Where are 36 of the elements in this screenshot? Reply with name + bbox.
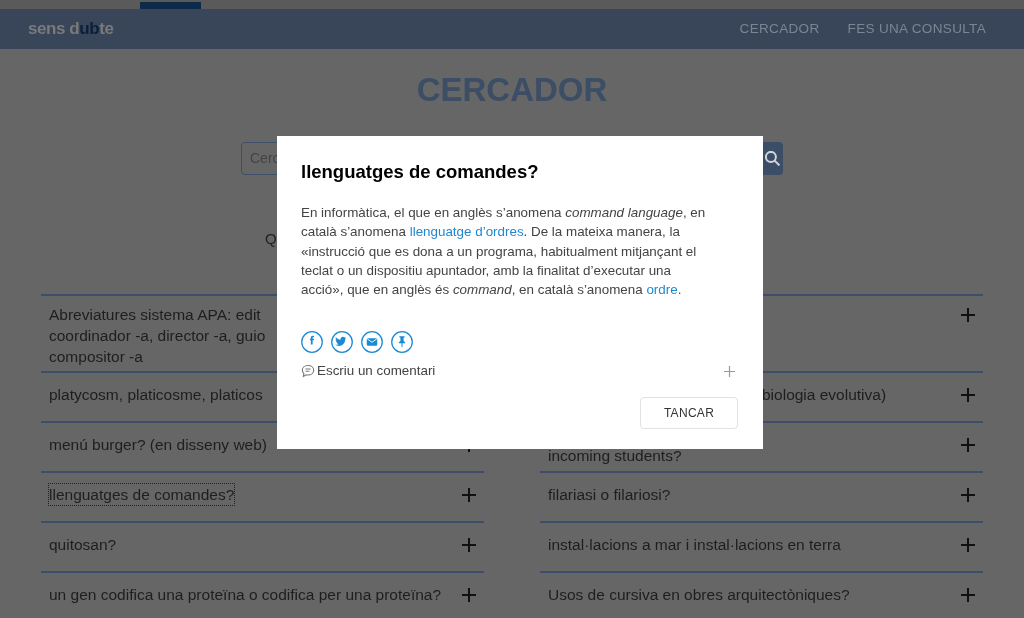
twitter-share-icon[interactable] xyxy=(331,331,353,354)
subtitle-text: Q xyxy=(265,230,277,247)
question-link[interactable]: filariasi o filariosi? xyxy=(548,484,671,505)
plus-icon[interactable] xyxy=(462,588,476,602)
plus-icon[interactable] xyxy=(961,388,975,402)
pin-share-icon[interactable] xyxy=(391,331,413,354)
question-link[interactable]: platycosm, platicosme, platicos xyxy=(49,384,263,405)
plus-icon[interactable] xyxy=(462,538,476,552)
question-link[interactable]: instal·lacions a mar i instal·lacions en terra xyxy=(548,534,841,555)
plus-icon[interactable] xyxy=(462,488,476,502)
question-link[interactable]: Abreviatures sistema APA: edit coordinador -a, director -a, guio compositor -a xyxy=(49,304,266,367)
plus-icon[interactable] xyxy=(961,588,975,602)
close-button[interactable]: TANCAR xyxy=(640,397,738,430)
question-link[interactable]: biologia evolutiva) xyxy=(762,384,887,405)
question-link[interactable]: quitosan? xyxy=(49,534,117,555)
question-link[interactable]: menú burger? (en disseny web) xyxy=(49,434,267,455)
question-link[interactable]: un gen codifica una proteïna o codifica per una proteïna? xyxy=(49,584,442,605)
plus-icon[interactable] xyxy=(961,538,975,552)
question-link[interactable]: incoming students? xyxy=(548,445,682,466)
question-link[interactable]: llenguatges de comandes? xyxy=(49,484,235,505)
plus-icon[interactable] xyxy=(961,488,975,502)
dialog-text: En informàtica, el que en anglès s’anomena command language, en català s’anomena llenguatge d’ordres. De la mateixa manera, la «instrucció que es dona a un programa, habitualment mitjançant el teclat o un dispositiu apuntador, amb la finalitat d’executar una acció», que en anglès és command, en català s’anomena ordre. xyxy=(301,204,707,299)
plus-icon[interactable] xyxy=(961,308,975,322)
nav-link[interactable]: FES UNA CONSULTA xyxy=(847,18,986,40)
search-icon xyxy=(765,151,780,166)
plus-icon[interactable] xyxy=(961,438,975,452)
text-link[interactable]: llenguatge d’ordres xyxy=(409,224,524,240)
facebook-share-icon[interactable] xyxy=(301,331,323,354)
speech-bubble-icon xyxy=(301,364,315,379)
email-share-icon[interactable] xyxy=(361,331,383,354)
comment-link[interactable]: Escriu un comentari xyxy=(317,361,436,382)
nav-link[interactable]: CERCADOR xyxy=(739,18,820,40)
plus-icon[interactable] xyxy=(724,365,735,377)
text-link[interactable]: ordre xyxy=(646,281,678,297)
question-link[interactable]: Usos de cursiva en obres arquitectòniques? xyxy=(548,584,850,605)
dialog-title: llenguatges de comandes? xyxy=(301,160,540,184)
